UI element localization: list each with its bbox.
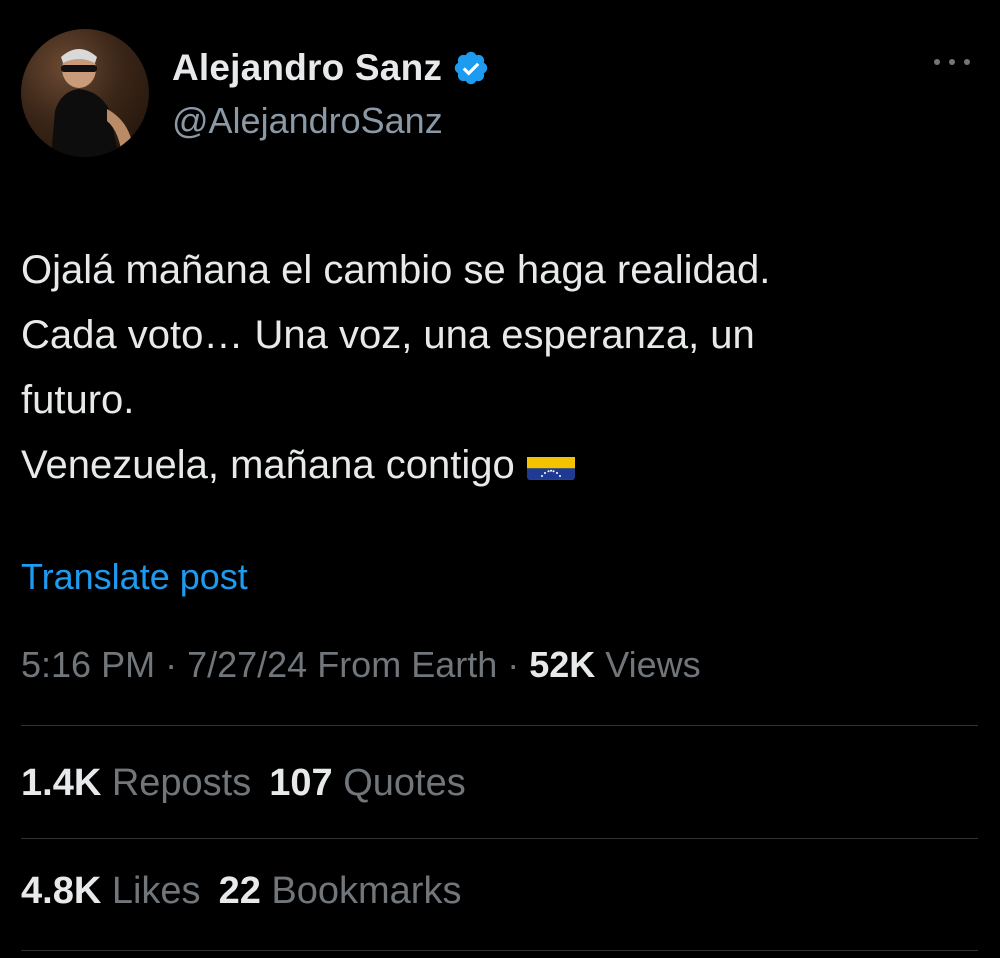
tweet-text: Ojalá mañana el cambio se haga realidad.…	[21, 238, 971, 498]
views-label: Views	[595, 644, 701, 685]
venezuela-flag-icon	[526, 446, 575, 481]
tweet-line: Cada voto… Una voz, una esperanza, un	[21, 313, 755, 357]
avatar-image	[51, 49, 133, 157]
more-dot	[949, 59, 955, 65]
bookmarks-count: 22	[218, 870, 261, 912]
more-dot	[964, 59, 970, 65]
likes-label: Likes	[101, 870, 201, 912]
more-dot	[934, 59, 940, 65]
divider	[21, 725, 978, 726]
tweet-date[interactable]: 7/27/24	[187, 644, 307, 685]
stats-row-reposts-quotes: 1.4K Reposts 107 Quotes	[21, 762, 484, 805]
quotes-stat[interactable]: 107 Quotes	[269, 762, 465, 804]
reposts-label: Reposts	[101, 762, 252, 804]
tweet-meta: 5:16 PM · 7/27/24 From Earth · 52K Views	[21, 644, 701, 686]
tweet-line-text: Venezuela, mañana contigo	[21, 443, 515, 487]
meta-separator: ·	[497, 644, 530, 685]
likes-count: 4.8K	[21, 870, 102, 912]
quotes-count: 107	[269, 762, 333, 804]
views-count: 52K	[529, 644, 596, 685]
reposts-stat[interactable]: 1.4K Reposts	[21, 762, 251, 804]
likes-stat[interactable]: 4.8K Likes	[21, 870, 201, 912]
translate-post-link[interactable]: Translate post	[21, 556, 248, 598]
divider	[21, 950, 978, 951]
author-name-row: Alejandro Sanz	[172, 44, 490, 92]
tweet-time[interactable]: 5:16 PM	[21, 644, 155, 685]
tweet-source: From Earth	[307, 644, 498, 685]
meta-separator: ·	[155, 644, 188, 685]
author-name[interactable]: Alejandro Sanz	[172, 47, 442, 89]
stats-row-likes-bookmarks: 4.8K Likes 22 Bookmarks	[21, 870, 479, 913]
reposts-count: 1.4K	[21, 762, 102, 804]
tweet-line: futuro.	[21, 378, 135, 422]
quotes-label: Quotes	[332, 762, 466, 804]
bookmarks-label: Bookmarks	[260, 870, 462, 912]
bookmarks-stat[interactable]: 22 Bookmarks	[219, 870, 462, 912]
tweet-line-last: Venezuela, mañana contigo	[21, 433, 971, 498]
more-options-icon[interactable]	[934, 52, 970, 72]
tweet-line: Ojalá mañana el cambio se haga realidad.	[21, 248, 771, 292]
author-block: Alejandro Sanz @AlejandroSanz	[172, 44, 490, 142]
verified-badge-icon[interactable]	[452, 49, 490, 87]
divider	[21, 838, 978, 839]
author-handle[interactable]: @AlejandroSanz	[172, 100, 490, 142]
avatar[interactable]	[21, 29, 149, 157]
